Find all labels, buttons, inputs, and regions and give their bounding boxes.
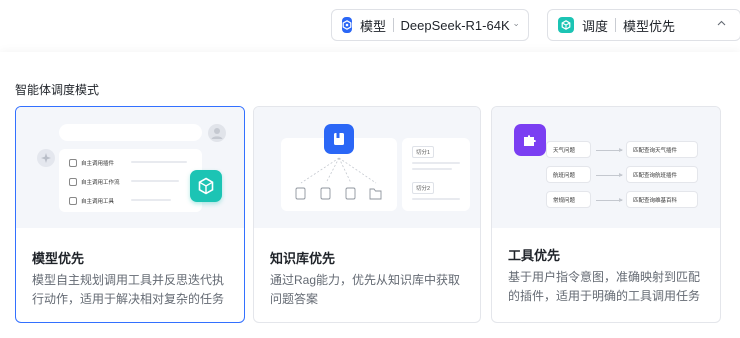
question-box: 天气问题	[546, 141, 591, 158]
arrow-right-icon	[596, 148, 623, 152]
arrow-right-icon	[596, 173, 623, 177]
match-box: 匹配查询维基百科	[626, 191, 698, 208]
card-title: 工具优先	[508, 248, 561, 263]
illustration-tool-first: 天气问题 航班问题 常规问题 匹配查询天气插件 匹配查询航班插件 匹配查询维基百…	[492, 107, 720, 228]
list-item: 自主调用工作流	[69, 178, 120, 186]
schedule-mode-panel: 智能体调度模式 自主调用插件 自主调用工作流 自主调用工具 模型优先 模型自主规…	[0, 52, 740, 338]
model-cube-icon	[342, 17, 352, 33]
model-selector-label: 模型	[360, 18, 387, 34]
chunk-panel-graphic: 切分1 切分2	[402, 138, 470, 211]
list-item: 自主调用工具	[69, 197, 114, 205]
puzzle-icon	[514, 124, 546, 156]
question-box: 航班问题	[546, 166, 591, 183]
mode-card-model-first[interactable]: 自主调用插件 自主调用工作流 自主调用工具 模型优先 模型自主规划调用工具并反思…	[15, 106, 245, 323]
chunk-tag: 切分1	[412, 146, 435, 158]
sparkle-icon	[37, 149, 55, 167]
placeholder-line	[412, 198, 460, 200]
model-selector[interactable]: 模型 DeepSeek-R1-64K	[331, 9, 529, 41]
lightbulb-icon	[69, 197, 77, 205]
cloud-icon	[69, 159, 77, 167]
match-box: 匹配查询航班插件	[626, 166, 698, 183]
card-description: 模型自主规划调用工具并反思迭代执行动作，适用于解决相对复杂的任务	[32, 273, 225, 306]
schedule-selector[interactable]: 调度 模型优先	[547, 9, 740, 41]
placeholder-line	[412, 168, 452, 170]
schedule-selector-label: 调度	[582, 18, 609, 34]
row-label: 自主调用工具	[81, 199, 115, 205]
top-bar: 模型 DeepSeek-R1-64K 调度 模型优先	[0, 0, 740, 56]
placeholder-line	[412, 162, 460, 164]
reply-panel-graphic: 自主调用插件 自主调用工作流 自主调用工具	[59, 149, 202, 212]
mode-card-knowledge-first[interactable]: 切分1 切分2 知识库优先 通过Rag能力，优先从知识库中获取问题答案	[253, 106, 481, 323]
question-box: 常规问题	[546, 191, 591, 208]
model-cube-icon	[190, 170, 222, 202]
card-title: 模型优先	[32, 251, 85, 266]
chunk-tag: 切分2	[412, 182, 435, 194]
illustration-knowledge-first: 切分1 切分2	[254, 107, 480, 228]
avatar-icon	[208, 124, 226, 142]
database-icon	[69, 178, 77, 186]
card-description: 通过Rag能力，优先从知识库中获取问题答案	[270, 273, 461, 306]
row-label: 自主调用工作流	[81, 180, 120, 186]
chevron-down-icon	[513, 23, 518, 27]
row-label: 自主调用插件	[81, 161, 115, 167]
card-description: 基于用户指令意图，准确映射到匹配的插件，适用于明确的工具调用任务	[508, 270, 701, 303]
arrow-right-icon	[596, 198, 623, 202]
mode-card-tool-first[interactable]: 天气问题 航班问题 常规问题 匹配查询天气插件 匹配查询航班插件 匹配查询维基百…	[491, 106, 721, 323]
illustration-model-first: 自主调用插件 自主调用工作流 自主调用工具	[16, 107, 244, 228]
placeholder-line	[131, 199, 171, 201]
divider	[615, 18, 617, 32]
schedule-cube-icon	[558, 17, 574, 33]
model-selector-value: DeepSeek-R1-64K	[400, 17, 510, 33]
section-title: 智能体调度模式	[15, 83, 100, 97]
match-box: 匹配查询天气插件	[626, 141, 698, 158]
card-title: 知识库优先	[270, 251, 336, 266]
schedule-selector-value: 模型优先	[623, 18, 676, 34]
input-bar-graphic	[59, 124, 202, 141]
placeholder-line	[131, 161, 187, 163]
list-item: 自主调用插件	[69, 159, 114, 167]
book-icon	[324, 124, 354, 154]
chevron-up-icon	[717, 20, 726, 26]
placeholder-line	[131, 180, 179, 182]
